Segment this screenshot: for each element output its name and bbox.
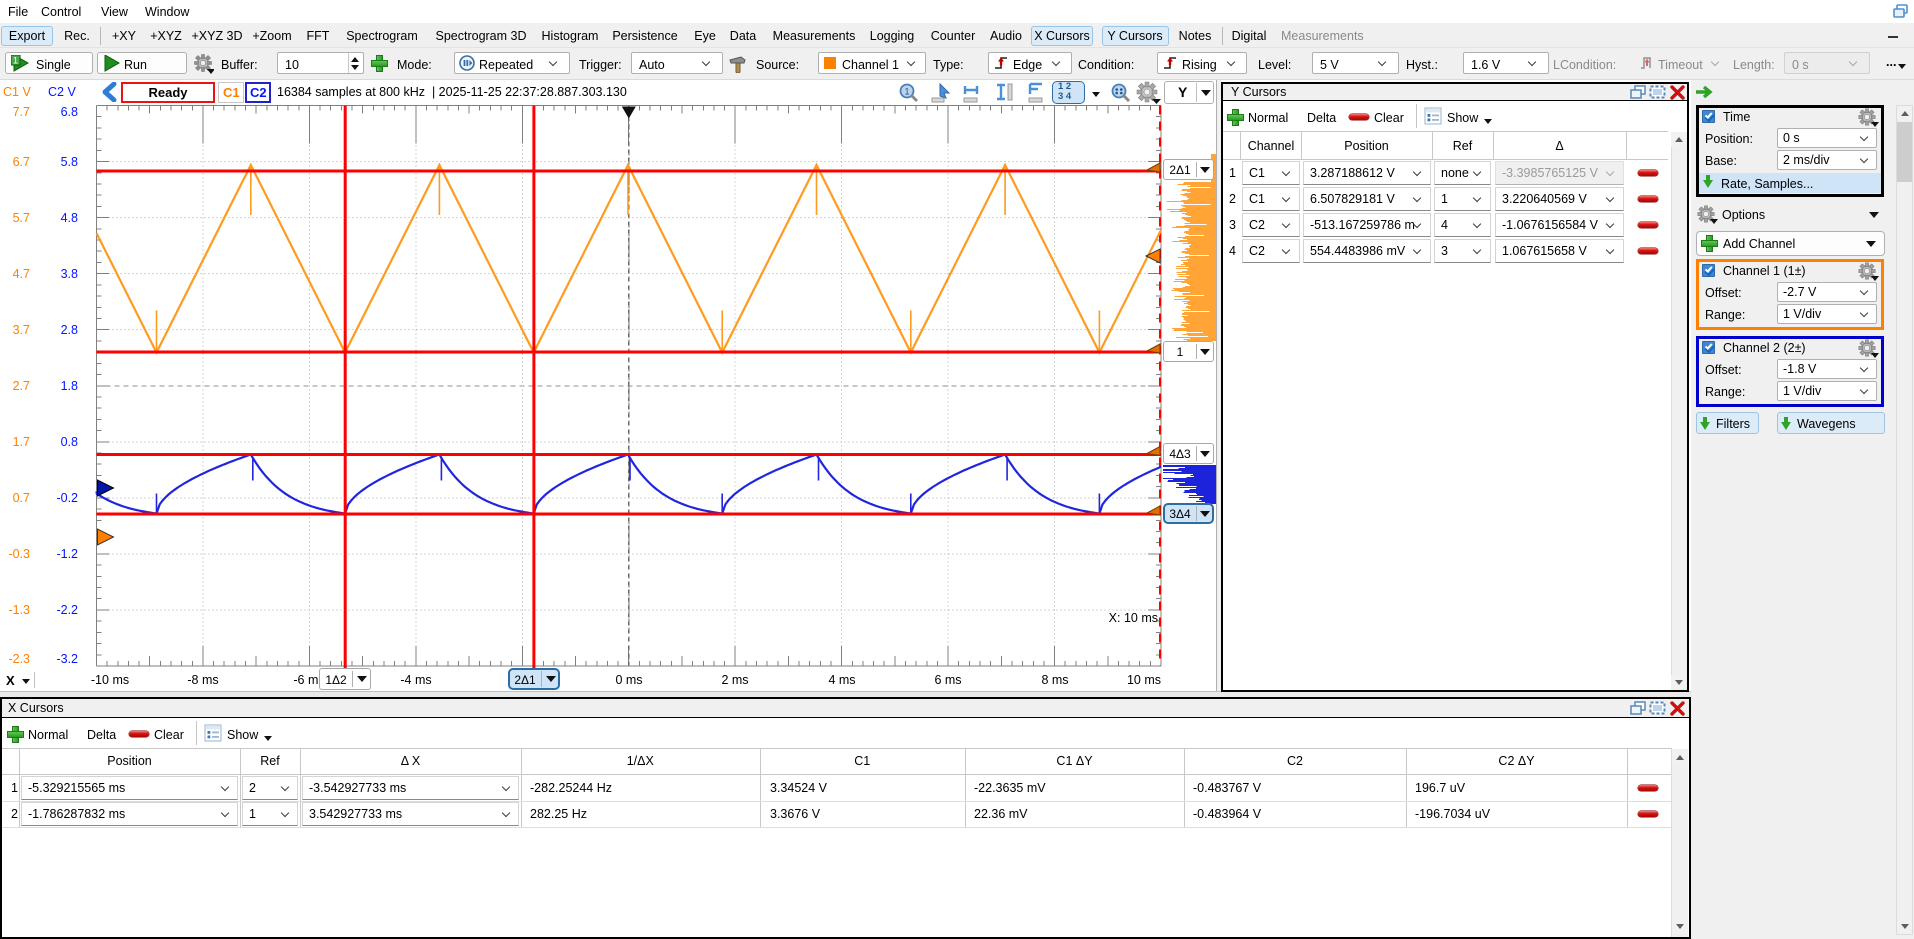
svg-text:1: 1 bbox=[13, 56, 18, 66]
